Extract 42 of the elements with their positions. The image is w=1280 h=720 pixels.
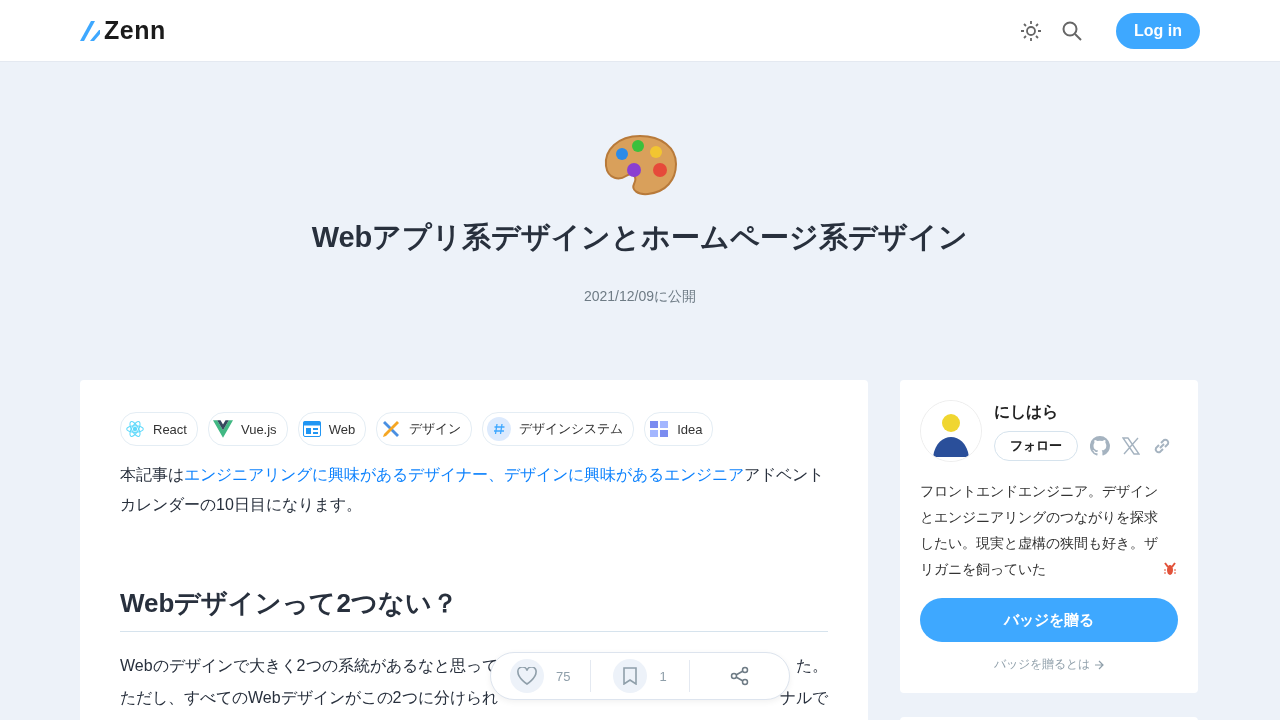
author-bio: フロントエンドエンジニア。デザインとエンジニアリングのつながりを探求したい。現実と虚構の狭間も好き。ザリガニを飼っていた bbox=[920, 482, 1159, 579]
github-icon[interactable] bbox=[1090, 436, 1110, 456]
section-heading: Webデザインって2つない？ bbox=[120, 586, 828, 632]
paragraph-text: ただし、すべてのWebデザインがこの2つに分けられ bbox=[120, 688, 498, 708]
topic-tag[interactable]: デザインシステム bbox=[482, 412, 635, 446]
pencil-ruler-icon bbox=[381, 419, 402, 439]
logo-text[interactable]: Zenn bbox=[104, 16, 166, 45]
bookmark-count: 1 bbox=[659, 668, 667, 684]
hash-icon bbox=[487, 417, 512, 441]
sun-icon bbox=[1020, 19, 1042, 42]
follow-button[interactable]: フォロー bbox=[994, 431, 1078, 461]
share-button[interactable] bbox=[729, 666, 750, 686]
logo-slash-icon bbox=[80, 20, 100, 41]
bookmark-button[interactable] bbox=[613, 659, 648, 693]
topic-tag[interactable]: Idea bbox=[644, 412, 714, 446]
heart-icon bbox=[517, 667, 538, 685]
link-icon[interactable] bbox=[1152, 436, 1172, 456]
search-button[interactable] bbox=[1062, 20, 1082, 41]
share-icon bbox=[729, 666, 750, 686]
grid-blocks-icon bbox=[649, 420, 670, 438]
browser-window-icon bbox=[302, 421, 321, 437]
author-name[interactable]: にしはら bbox=[994, 402, 1172, 423]
paragraph-text: た。 bbox=[796, 656, 828, 676]
atom-icon bbox=[125, 419, 145, 439]
topic-tag[interactable]: Vue.js bbox=[207, 412, 288, 446]
x-logo-icon[interactable] bbox=[1122, 437, 1140, 455]
like-count: 75 bbox=[556, 668, 571, 684]
advent-calendar-link[interactable]: エンジニアリングに興味があるデザイナー、デザインに興味があるエンジニア bbox=[184, 466, 744, 483]
bookmark-icon bbox=[623, 667, 638, 685]
publish-date: 2021/12/09に公開 bbox=[583, 288, 697, 306]
v-logo-icon bbox=[212, 420, 233, 438]
search-icon bbox=[1062, 20, 1082, 41]
paragraph-text: ナルで bbox=[780, 688, 828, 708]
palette-icon bbox=[602, 134, 678, 196]
theme-toggle-button[interactable] bbox=[1020, 19, 1042, 42]
topic-tag[interactable]: デザイン bbox=[376, 412, 473, 446]
article-title: Webアプリ系デザインとホームページ系デザイン bbox=[311, 220, 969, 255]
topic-tag[interactable]: React bbox=[120, 412, 198, 446]
intro-paragraph: 本記事はエンジニアリングに興味があるデザイナー、デザインに興味があるエンジニアアドベントカレンダーの10日目になります。 bbox=[120, 465, 825, 515]
topic-tag[interactable]: Web bbox=[297, 412, 367, 446]
arrow-right-icon bbox=[1094, 659, 1104, 670]
like-button[interactable] bbox=[510, 659, 545, 693]
